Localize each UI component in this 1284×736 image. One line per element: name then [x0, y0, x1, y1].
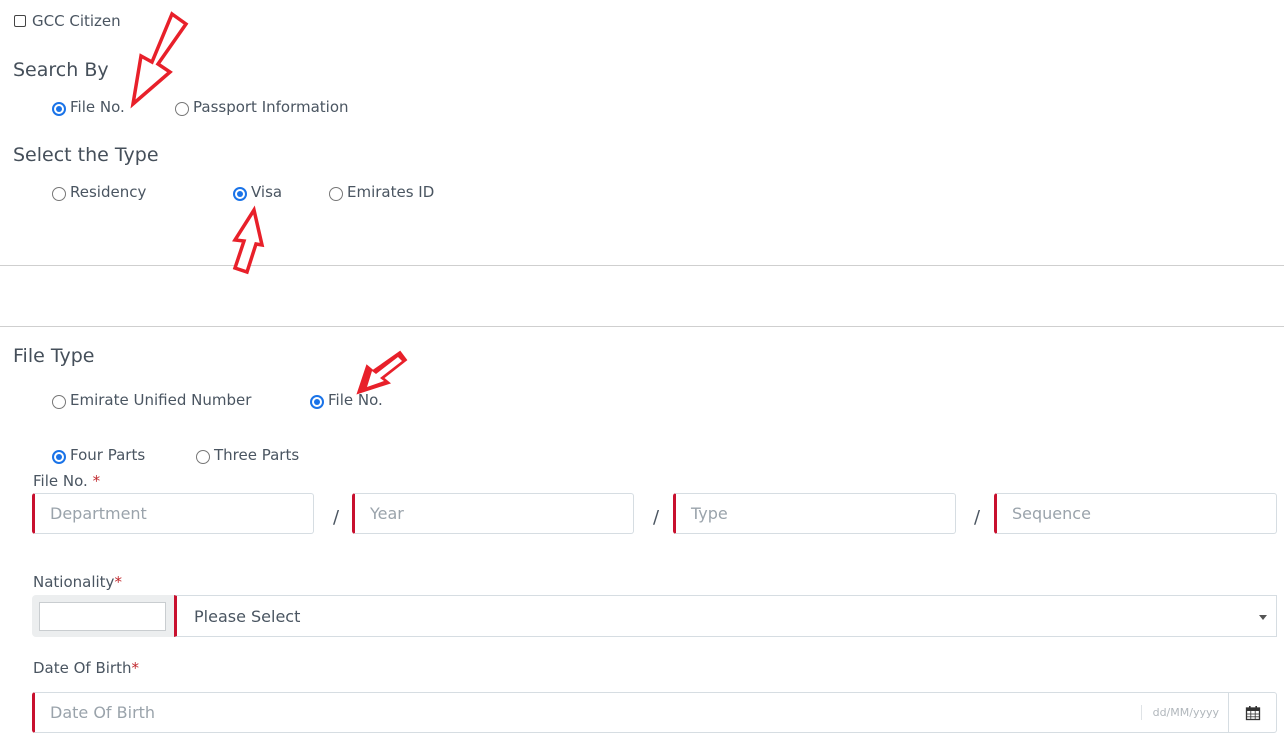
radio-button-checked[interactable] — [233, 187, 247, 201]
dob-input[interactable]: Date Of Birth — [35, 693, 1141, 732]
file-no-label: File No. * — [33, 472, 100, 490]
date-format-hint: dd/MM/yyyy — [1140, 705, 1228, 720]
selected-value: Please Select — [194, 606, 301, 626]
three-parts-radio[interactable]: Three Parts — [196, 446, 299, 464]
nationality-code-addon — [32, 595, 174, 637]
radio-button[interactable] — [196, 450, 210, 464]
radio-label: Emirates ID — [347, 183, 435, 201]
file-type-unified-number-radio[interactable]: Emirate Unified Number — [52, 391, 251, 409]
department-input[interactable]: Department — [32, 493, 314, 534]
type-visa-radio[interactable]: Visa — [233, 183, 282, 201]
divider — [0, 326, 1284, 327]
search-by-title: Search By — [13, 59, 109, 81]
nationality-field: Please Select — [32, 595, 1277, 637]
calendar-icon — [1245, 705, 1260, 720]
sequence-input[interactable]: Sequence — [994, 493, 1277, 534]
type-input[interactable]: Type — [673, 493, 956, 534]
nationality-label: Nationality* — [33, 573, 122, 591]
separator: / — [653, 507, 660, 528]
nationality-select[interactable]: Please Select — [174, 595, 1277, 637]
required-mark: * — [131, 659, 140, 677]
year-input[interactable]: Year — [352, 493, 634, 534]
file-type-file-no-radio[interactable]: File No. — [310, 391, 383, 409]
arrow-down-left-icon — [356, 350, 408, 395]
gcc-citizen-label: GCC Citizen — [32, 12, 121, 30]
search-by-file-no-radio[interactable]: File No. — [52, 98, 125, 116]
type-emirates-id-radio[interactable]: Emirates ID — [329, 183, 434, 201]
radio-button[interactable] — [52, 395, 66, 409]
radio-label: Emirate Unified Number — [70, 391, 252, 409]
checkbox-box[interactable] — [14, 15, 26, 27]
radio-label: Passport Information — [193, 98, 349, 116]
type-residency-radio[interactable]: Residency — [52, 183, 146, 201]
label-text: Date Of Birth — [33, 659, 132, 677]
radio-button[interactable] — [52, 187, 66, 201]
label-text: File No. — [33, 472, 88, 490]
file-type-title: File Type — [13, 345, 95, 367]
radio-label: Four Parts — [70, 446, 146, 464]
radio-label: Three Parts — [214, 446, 300, 464]
separator: / — [974, 507, 981, 528]
divider — [0, 265, 1284, 266]
nationality-code-input[interactable] — [39, 601, 166, 631]
dob-label: Date Of Birth* — [33, 659, 139, 677]
four-parts-radio[interactable]: Four Parts — [52, 446, 145, 464]
search-by-passport-radio[interactable]: Passport Information — [175, 98, 349, 116]
radio-label: Visa — [251, 183, 283, 201]
radio-label: File No. — [328, 391, 383, 409]
separator: / — [333, 507, 340, 528]
radio-label: File No. — [70, 98, 125, 116]
required-mark: * — [92, 472, 101, 490]
gcc-citizen-checkbox[interactable]: GCC Citizen — [14, 12, 121, 30]
arrow-up-icon — [232, 205, 265, 275]
radio-label: Residency — [70, 183, 147, 201]
radio-button[interactable] — [329, 187, 343, 201]
radio-button-checked[interactable] — [52, 102, 66, 116]
radio-button-checked[interactable] — [310, 395, 324, 409]
arrow-down-left-icon — [130, 11, 189, 109]
label-text: Nationality — [33, 573, 115, 591]
chevron-down-icon — [1259, 615, 1267, 620]
calendar-button[interactable] — [1228, 693, 1276, 732]
required-mark: * — [114, 573, 122, 591]
dob-field: Date Of Birth dd/MM/yyyy — [32, 692, 1277, 733]
radio-button-checked[interactable] — [52, 450, 66, 464]
radio-button[interactable] — [175, 102, 189, 116]
select-type-title: Select the Type — [13, 144, 159, 166]
